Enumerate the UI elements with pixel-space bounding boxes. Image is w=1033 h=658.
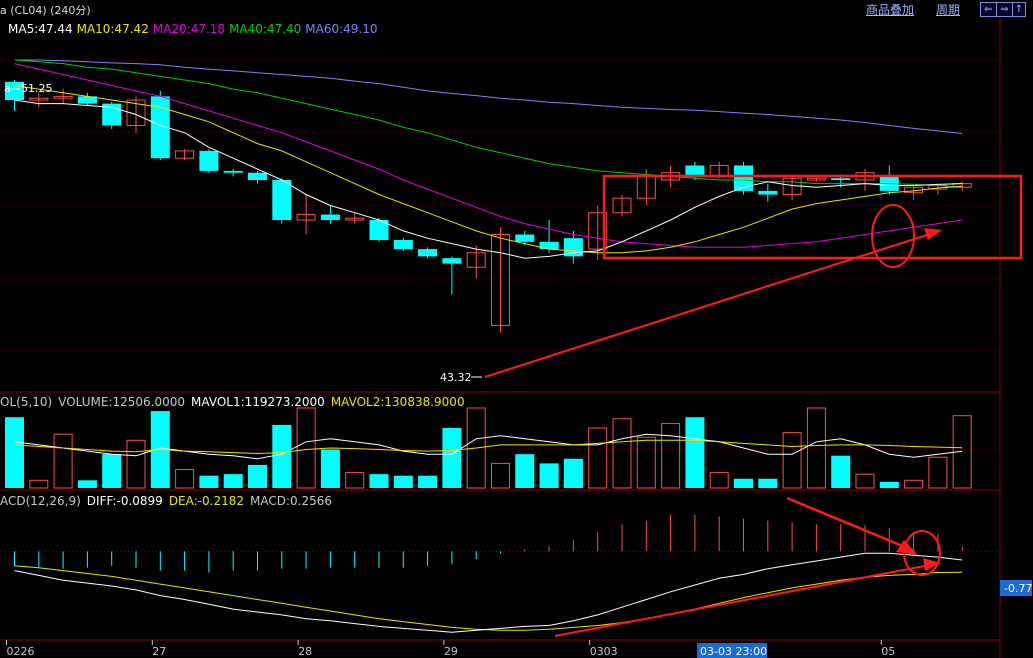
volume-bar bbox=[904, 479, 924, 489]
volume-bar bbox=[53, 433, 73, 489]
candle-down bbox=[272, 180, 292, 220]
legend-item: VOLUME:12506.0000 bbox=[58, 395, 185, 409]
volume-bar bbox=[442, 428, 462, 488]
time-tick-label: 05 bbox=[881, 645, 895, 658]
volume-bar bbox=[588, 427, 608, 489]
legend-item: MA40:47.40 bbox=[229, 22, 301, 36]
candle-down bbox=[515, 234, 535, 242]
volume-bar bbox=[272, 424, 292, 488]
candle-down bbox=[223, 170, 243, 173]
time-tick-label: 29 bbox=[444, 645, 458, 658]
candle-down bbox=[320, 214, 340, 220]
candle-down bbox=[248, 172, 267, 180]
legend-item: MAVOL2:130838.9000 bbox=[331, 395, 465, 409]
volume-bar bbox=[5, 417, 24, 488]
volume-bar bbox=[418, 475, 438, 488]
volume-bar bbox=[491, 462, 510, 489]
time-cursor-label: 03-03 23:00 bbox=[700, 645, 767, 658]
volume-bar bbox=[199, 475, 219, 488]
volume-bar bbox=[758, 478, 778, 488]
volume-bar bbox=[563, 458, 583, 488]
volume-bar bbox=[223, 474, 243, 488]
volume-bar bbox=[175, 469, 195, 489]
legend-item: DEA:-0.2182 bbox=[169, 494, 244, 508]
time-tick-label: 0226 bbox=[7, 645, 35, 658]
legend-item: MACD:0.2566 bbox=[250, 494, 332, 508]
legend-item: MAVOL1:119273.2000 bbox=[191, 395, 325, 409]
volume-bar bbox=[636, 436, 656, 489]
time-tick-label: 0303 bbox=[590, 645, 618, 658]
legend-item: MA20:47.18 bbox=[153, 22, 225, 36]
candle-down bbox=[199, 150, 219, 171]
volume-bar bbox=[685, 417, 705, 488]
volume-bar bbox=[661, 422, 681, 489]
volume-bar bbox=[393, 475, 413, 488]
volume-bar bbox=[855, 473, 875, 489]
volume-bar bbox=[928, 456, 948, 489]
candle-down bbox=[442, 258, 462, 264]
ma-legend: MA5:47.44 MA10:47.42 MA20:47.18 MA40:47.40 M… bbox=[8, 22, 378, 36]
price-trendline-arrowhead bbox=[924, 228, 942, 240]
candle-down bbox=[685, 165, 705, 177]
volume-bar bbox=[515, 454, 535, 488]
volume-bar bbox=[782, 432, 802, 489]
candle-down bbox=[758, 190, 778, 195]
volume-bar bbox=[345, 472, 365, 489]
volume-bar bbox=[831, 455, 851, 488]
legend-item: MA10:47.42 bbox=[77, 22, 149, 36]
volume-bar bbox=[612, 418, 632, 489]
volume-bar bbox=[29, 479, 49, 489]
macd-legend: ACD(12,26,9) DIFF:-0.0899 DEA:-0.2182 MACD:… bbox=[0, 494, 332, 508]
legend-item: MA60:49.10 bbox=[305, 22, 377, 36]
volume-bars bbox=[5, 407, 972, 489]
volume-bar bbox=[806, 407, 826, 489]
price-chart[interactable]: MA5:47.44 MA10:47.42 MA20:47.18 MA40:47.40 M… bbox=[0, 0, 1033, 658]
candle-down bbox=[418, 249, 438, 257]
low-price-label: 43.32 bbox=[440, 371, 472, 384]
volume-bar bbox=[709, 472, 729, 489]
volume-bar bbox=[248, 464, 267, 488]
macd-series bbox=[14, 514, 963, 633]
legend-item: OL(5,10) bbox=[0, 395, 52, 409]
high-price-label: 51.25 bbox=[21, 82, 53, 95]
price-trendline-annotation bbox=[484, 233, 931, 378]
moving-average-lines bbox=[14, 59, 963, 259]
legend-item: ACD(12,26,9) bbox=[0, 494, 81, 508]
diff-line bbox=[14, 552, 963, 633]
time-tick-label: 28 bbox=[298, 645, 312, 658]
volume-bar bbox=[734, 478, 753, 488]
macd-trendline-annotation bbox=[554, 564, 931, 637]
legend-item: DIFF:-0.0899 bbox=[87, 494, 163, 508]
legend-item: MA5:47.44 bbox=[8, 22, 73, 36]
volume-bar bbox=[879, 481, 899, 488]
consolidation-box-annotation bbox=[602, 174, 1023, 260]
time-tick-label: 27 bbox=[152, 645, 166, 658]
volume-bar bbox=[320, 449, 340, 488]
volume-bar bbox=[539, 463, 559, 488]
volume-bar bbox=[77, 480, 97, 488]
macd-value-label: -0.77 bbox=[1004, 582, 1032, 595]
high-price-marker: a bbox=[4, 82, 11, 95]
candle-down bbox=[831, 178, 851, 180]
dea-line bbox=[14, 565, 963, 631]
volume-bar bbox=[296, 407, 316, 489]
volume-bar bbox=[102, 454, 122, 488]
macd-down-arrow-annotation bbox=[786, 496, 906, 549]
candlestick-series bbox=[5, 80, 972, 333]
volume-legend: OL(5,10) VOLUME:12506.0000 MAVOL1:119273.2… bbox=[0, 395, 465, 409]
volume-bar bbox=[369, 474, 389, 488]
volume-bar bbox=[126, 439, 146, 489]
candle-down bbox=[393, 240, 413, 250]
